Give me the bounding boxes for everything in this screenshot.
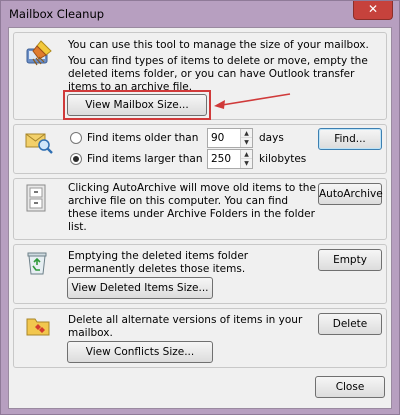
find-older-label: Find items older than — [87, 132, 199, 144]
find-mail-icon — [25, 133, 53, 154]
autoarchive-button[interactable]: AutoArchive — [318, 183, 383, 205]
find-button[interactable]: Find... — [318, 128, 382, 150]
view-deleted-items-size-button[interactable]: View Deleted Items Size... — [67, 277, 213, 299]
spin-down-icon[interactable]: ▼ — [241, 138, 252, 147]
larger-unit-label: kilobytes — [259, 153, 307, 165]
find-items-group: Find items older than ▲ ▼ days Find item… — [13, 124, 387, 174]
archive-cabinet-icon — [26, 184, 46, 212]
mailbox-size-group: You can use this tool to manage the size… — [13, 32, 387, 120]
mailbox-detail-text: You can find types of items to delete or… — [68, 55, 368, 93]
view-conflicts-size-button[interactable]: View Conflicts Size... — [67, 341, 213, 363]
conflicts-group: Delete all alternate versions of items i… — [13, 308, 387, 368]
cleanup-broom-icon — [26, 40, 52, 66]
older-unit-label: days — [259, 132, 284, 144]
conflicts-folder-icon — [26, 318, 50, 336]
mailbox-cleanup-window: Mailbox Cleanup ✕ You can use this tool … — [0, 0, 400, 415]
close-button[interactable]: Close — [315, 376, 385, 398]
older-days-stepper[interactable]: ▲ ▼ — [207, 128, 253, 148]
larger-kb-stepper[interactable]: ▲ ▼ — [207, 149, 253, 169]
larger-kb-input[interactable] — [208, 150, 240, 168]
annotation-arrow-icon — [214, 93, 291, 109]
spin-up-icon[interactable]: ▲ — [241, 150, 252, 159]
larger-kb-arrows[interactable]: ▲ ▼ — [240, 150, 252, 168]
autoarchive-text: Clicking AutoArchive will move old items… — [68, 182, 316, 233]
find-larger-radio[interactable] — [70, 153, 82, 165]
dialog-body: You can use this tool to manage the size… — [8, 27, 392, 409]
window-title: Mailbox Cleanup — [9, 7, 105, 21]
deleted-items-group: Emptying the deleted items folder perman… — [13, 244, 387, 304]
empty-button[interactable]: Empty — [318, 249, 382, 271]
conflicts-text: Delete all alternate versions of items i… — [68, 314, 303, 339]
title-bar: Mailbox Cleanup ✕ — [1, 1, 399, 27]
mailbox-intro-text: You can use this tool to manage the size… — [68, 39, 369, 51]
window-close-button[interactable]: ✕ — [353, 1, 393, 20]
spin-down-icon[interactable]: ▼ — [241, 159, 252, 168]
delete-button[interactable]: Delete — [318, 313, 382, 335]
deleted-items-text: Emptying the deleted items folder perman… — [68, 250, 249, 275]
find-older-radio[interactable] — [70, 132, 82, 144]
older-days-input[interactable] — [208, 129, 240, 147]
spin-up-icon[interactable]: ▲ — [241, 129, 252, 138]
older-days-arrows[interactable]: ▲ ▼ — [240, 129, 252, 147]
annotation-highlight-box — [63, 90, 211, 120]
find-larger-label: Find items larger than — [87, 153, 203, 165]
recycle-bin-icon — [27, 252, 47, 275]
autoarchive-group: Clicking AutoArchive will move old items… — [13, 178, 387, 240]
close-icon: ✕ — [367, 2, 379, 16]
